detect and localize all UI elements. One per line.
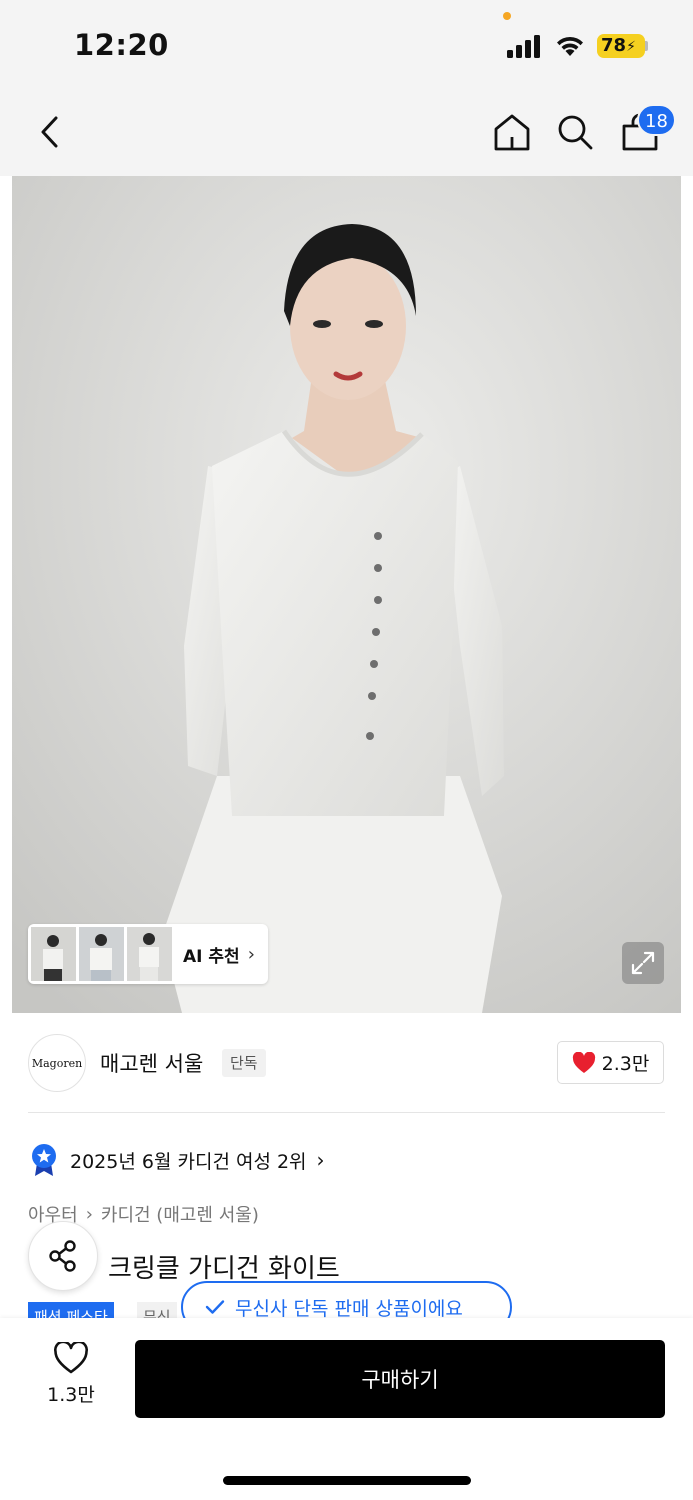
model-illustration xyxy=(12,176,681,1013)
product-page: 12:20 78⚡ 18 AI 추천 › Magoren 매고렌 서울 단독 2… xyxy=(0,0,693,1500)
status-time: 12:20 xyxy=(74,28,169,62)
wishlist-count: 1.3만 xyxy=(47,1384,95,1406)
ai-recommend-label: AI 추천 xyxy=(183,946,240,967)
share-button[interactable] xyxy=(28,1221,98,1291)
home-icon xyxy=(494,114,530,151)
battery-nub xyxy=(645,41,648,51)
ai-thumbnail[interactable] xyxy=(127,927,172,981)
breadcrumb-item[interactable]: 카디건 (매고렌 서울) xyxy=(101,1201,259,1227)
heart-outline-icon xyxy=(54,1342,88,1374)
buy-button[interactable]: 구매하기 xyxy=(135,1340,665,1418)
brand-name[interactable]: 매고렌 서울 xyxy=(100,1048,203,1078)
brand-logo-text: Magoren xyxy=(31,1056,83,1070)
back-button[interactable] xyxy=(24,106,76,158)
search-icon xyxy=(558,115,593,150)
heart-filled-icon xyxy=(572,1051,595,1073)
status-bar: 12:20 78⚡ xyxy=(0,0,693,88)
brand-like-count: 2.3만 xyxy=(601,1053,650,1075)
brand-like-button[interactable]: 2.3만 xyxy=(557,1041,664,1084)
ranking-medal-icon xyxy=(32,1144,56,1176)
tooltip-text: 무신사 단독 판매 상품이에요 xyxy=(235,1297,463,1320)
search-button[interactable] xyxy=(549,106,601,158)
exclusive-badge: 단독 xyxy=(222,1049,266,1077)
product-title-text: 크링클 가디건 화이트 xyxy=(108,1254,340,1284)
expand-image-button[interactable] xyxy=(622,942,664,984)
brand-logo[interactable]: Magoren xyxy=(28,1034,86,1092)
ai-recommendation-button[interactable]: AI 추천 › xyxy=(28,924,268,984)
home-button[interactable] xyxy=(486,106,538,158)
cart-count-badge: 18 xyxy=(637,104,676,136)
check-icon xyxy=(205,1300,225,1314)
chevron-right-icon: › xyxy=(85,1203,93,1225)
battery-level: 78 xyxy=(601,35,627,56)
ranking-link[interactable]: 2025년 6월 카디건 여성 2위 › xyxy=(30,1143,325,1177)
ai-thumbnail[interactable] xyxy=(31,927,76,981)
chevron-left-icon xyxy=(41,116,58,148)
wishlist-button[interactable]: 1.3만 xyxy=(40,1342,102,1412)
ranking-text: 2025년 6월 카디건 여성 2위 xyxy=(70,1150,307,1173)
top-nav xyxy=(0,88,693,176)
share-icon xyxy=(49,1240,76,1272)
battery-indicator: 78⚡ xyxy=(597,34,645,58)
divider xyxy=(28,1112,665,1113)
expand-icon xyxy=(631,951,655,975)
ai-thumbnail[interactable] xyxy=(79,927,124,981)
home-indicator xyxy=(223,1476,471,1485)
product-main-image[interactable] xyxy=(12,176,681,1013)
chevron-right-icon: › xyxy=(316,1148,325,1172)
recording-dot xyxy=(503,12,511,20)
signal-icon xyxy=(507,34,543,58)
wifi-icon xyxy=(557,36,583,56)
chevron-right-icon: › xyxy=(247,943,255,965)
